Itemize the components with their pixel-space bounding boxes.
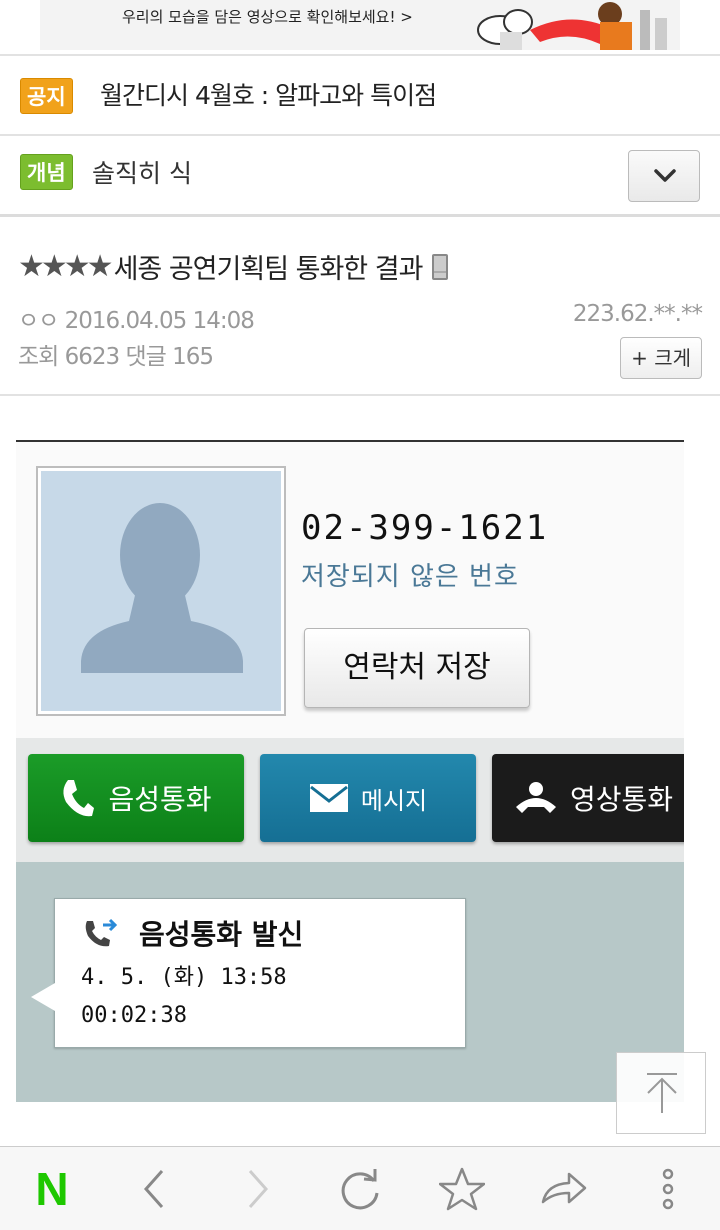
call-action-bar: 음성통화 메시지 영상통화 xyxy=(16,738,684,862)
back-icon xyxy=(143,1170,164,1208)
mobile-post-icon xyxy=(432,253,449,280)
naver-logo: N xyxy=(35,1163,69,1215)
voice-call-button[interactable]: 음성통화 xyxy=(28,754,244,842)
more-icon xyxy=(662,1168,674,1210)
notice-badge: 공지 xyxy=(20,78,73,114)
naver-home-button[interactable]: N xyxy=(12,1147,92,1230)
ad-banner-inner[interactable]: 우리의 모습을 담은 영상으로 확인해보세요! > xyxy=(40,0,680,50)
rating-stars: ★★★★ xyxy=(18,249,114,284)
contact-photo xyxy=(41,471,281,711)
call-screenshot-image: 02-399-1621 저장되지 않은 번호 연락처 저장 음성통화 메시지 영… xyxy=(16,440,684,1102)
banner-illustration-icon xyxy=(477,2,667,50)
category-row: 개념 솔직히 식 xyxy=(0,134,720,214)
zoom-in-button[interactable]: + 크게 xyxy=(620,337,702,379)
chevron-down-icon xyxy=(654,169,676,182)
share-button[interactable] xyxy=(524,1147,604,1230)
bookmark-button[interactable] xyxy=(422,1147,502,1230)
call-log-area: 음성통화 발신 4. 5. (화) 13:58 00:02:38 xyxy=(16,862,684,1102)
post-header: ★★★★ 세종 공연기획팀 통화한 결과 ㅇㅇ 2016.04.05 14:08… xyxy=(0,214,720,394)
content-divider xyxy=(0,394,720,396)
forward-button[interactable] xyxy=(218,1147,298,1230)
post-title: ★★★★ 세종 공연기획팀 통화한 결과 xyxy=(18,247,449,286)
video-call-label: 영상통화 xyxy=(570,783,674,816)
outgoing-call-icon xyxy=(85,918,118,947)
post-title-text: 세종 공연기획팀 통화한 결과 xyxy=(113,254,424,285)
notice-row[interactable]: 공지 월간디시 4월호 : 알파고와 특이점 xyxy=(0,54,720,134)
ad-banner[interactable]: 우리의 모습을 담은 영상으로 확인해보세요! > xyxy=(0,0,720,54)
envelope-icon xyxy=(309,784,348,812)
back-button[interactable] xyxy=(114,1147,194,1230)
category-dropdown-button[interactable] xyxy=(628,150,700,202)
save-contact-button[interactable]: 연락처 저장 xyxy=(304,628,530,708)
call-log-card: 음성통화 발신 4. 5. (화) 13:58 00:02:38 xyxy=(31,898,466,1048)
browser-bottom-bar: N xyxy=(0,1146,720,1230)
call-log-date: 4. 5. (화) 13:58 xyxy=(81,965,287,990)
post-author-date: ㅇㅇ 2016.04.05 14:08 xyxy=(18,308,255,334)
category-text: 솔직히 식 xyxy=(92,159,192,188)
more-menu-button[interactable] xyxy=(628,1147,708,1230)
video-call-icon xyxy=(516,782,556,813)
video-call-button[interactable]: 영상통화 xyxy=(492,754,684,842)
forward-icon xyxy=(248,1170,269,1208)
voice-call-label: 음성통화 xyxy=(108,783,212,816)
unsaved-number-label: 저장되지 않은 번호 xyxy=(301,562,519,592)
message-label: 메시지 xyxy=(360,786,428,815)
phone-icon xyxy=(63,780,95,817)
scroll-to-top-button[interactable] xyxy=(616,1052,706,1134)
refresh-button[interactable] xyxy=(320,1147,400,1230)
category-badge: 개념 xyxy=(20,154,73,190)
star-icon xyxy=(439,1167,485,1211)
call-log-duration: 00:02:38 xyxy=(81,1003,187,1028)
call-log-title: 음성통화 발신 xyxy=(139,918,304,951)
post-view-comment-count: 조회 6623 댓글 165 xyxy=(18,344,214,370)
arrow-up-icon xyxy=(647,1073,677,1113)
share-icon xyxy=(541,1172,587,1204)
refresh-icon xyxy=(341,1169,379,1210)
notice-link[interactable]: 월간디시 4월호 : 알파고와 특이점 xyxy=(100,78,437,114)
contact-info-area: 02-399-1621 저장되지 않은 번호 연락처 저장 xyxy=(16,442,684,738)
post-ip: 223.62.**.** xyxy=(572,301,703,327)
phone-number: 02-399-1621 xyxy=(301,508,549,548)
contact-photo-frame xyxy=(36,466,286,716)
person-silhouette-icon xyxy=(81,503,243,673)
message-button[interactable]: 메시지 xyxy=(260,754,476,842)
ad-banner-text: 우리의 모습을 담은 영상으로 확인해보세요! > xyxy=(122,8,413,26)
